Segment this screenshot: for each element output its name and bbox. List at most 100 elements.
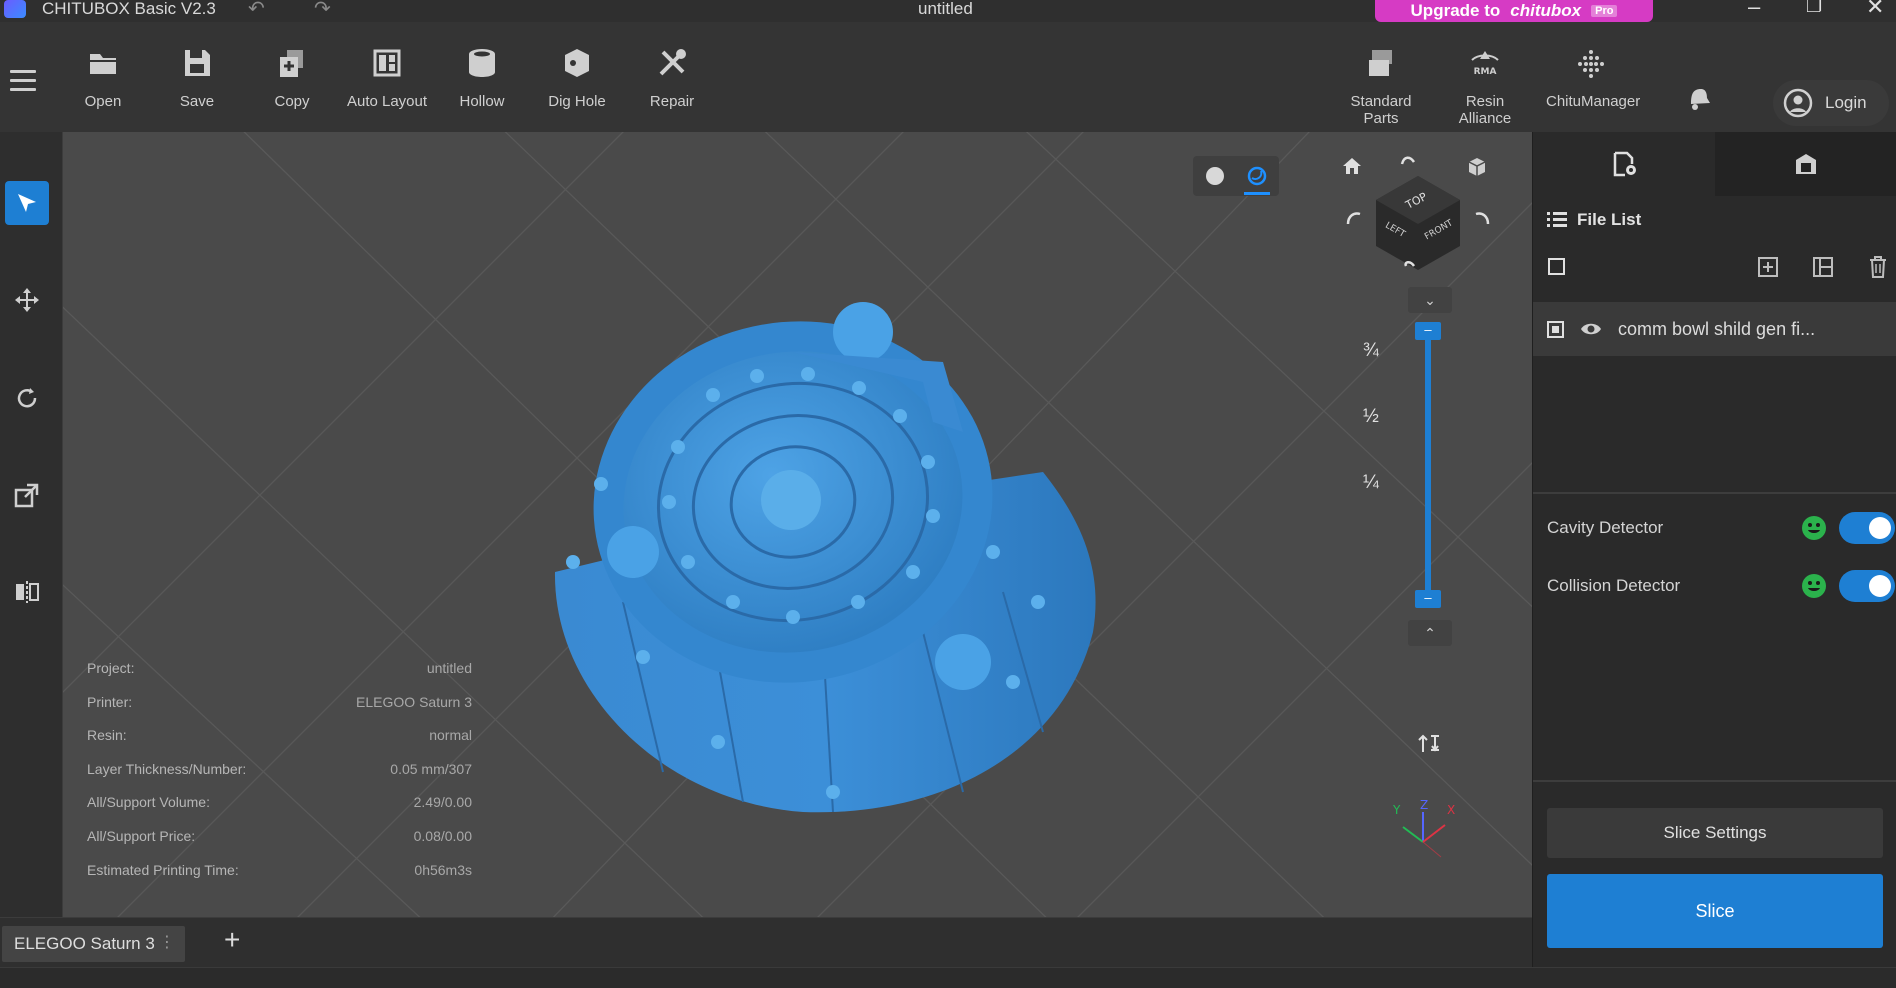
standard-parts-button[interactable]: Standard Parts [1336,46,1426,127]
rotate-tool-button[interactable] [5,376,49,420]
active-render-indicator [1244,192,1270,195]
slider-mark-half: ½ [1363,406,1379,427]
standard-parts-label: Standard Parts [1350,93,1412,127]
info-key: Printer: [87,693,133,710]
file-list-toolbar [1547,252,1891,282]
y-axis-label: Y [1392,803,1401,817]
move-tool-button[interactable] [5,278,49,322]
add-printer-tab-button[interactable]: + [224,924,240,956]
x-axis-label: X [1447,803,1455,817]
file-list-item[interactable]: comm bowl shild gen fi... [1533,302,1896,356]
collision-detector-row: Collision Detector [1547,566,1895,606]
smiley-icon [1802,574,1826,598]
info-value: normal [429,727,472,744]
auto-layout-button[interactable]: Auto Layout [342,46,432,110]
printer-tab-label: ELEGOO Saturn 3 [14,934,155,953]
dig-hole-button[interactable]: Dig Hole [532,46,622,110]
layer-slider-track[interactable] [1425,327,1431,603]
printer-tab[interactable]: ELEGOO Saturn 3 ⋮ [2,926,185,962]
repair-label: Repair [649,93,695,110]
slice-settings-button[interactable]: Slice Settings [1547,808,1883,858]
restore-icon[interactable]: ❐ [1806,0,1822,17]
cavity-detector-toggle[interactable] [1839,512,1895,544]
minimize-icon[interactable]: – [1748,0,1760,20]
login-label: Login [1825,93,1867,112]
scale-icon [14,483,39,508]
pro-badge: Pro [1591,5,1618,17]
upgrade-button[interactable]: Upgrade to chitubox Pro [1375,0,1653,22]
info-row-price: All/Support Price: 0.08/0.00 [87,828,472,862]
delete-icon[interactable] [1867,255,1889,279]
undo-icon[interactable]: ↶ [248,0,265,21]
chitumanager-button[interactable]: ChituManager [1546,46,1640,110]
info-row-volume: All/Support Volume: 2.49/0.00 [87,794,472,828]
repair-button[interactable]: Repair [627,46,717,110]
menu-icon[interactable] [10,70,36,92]
info-row-time: Estimated Printing Time: 0h56m3s [87,862,472,896]
select-all-checkbox[interactable] [1548,258,1565,275]
redo-icon[interactable]: ↷ [314,0,331,21]
left-tool-sidebar [0,132,63,917]
hollow-label: Hollow [459,93,505,110]
dig-hole-icon [565,49,589,77]
save-icon [185,50,210,76]
collision-detector-toggle[interactable] [1839,570,1895,602]
solid-render-icon[interactable] [1205,166,1225,186]
resin-alliance-label: Resin Alliance [1458,93,1512,127]
group-files-icon[interactable] [1812,256,1834,278]
slider-mark-three-quarters: ¾ [1363,340,1379,361]
info-key: Estimated Printing Time: [87,861,239,878]
status-bar [0,967,1896,988]
eye-icon[interactable] [1580,321,1602,337]
app-title: CHITUBOX Basic V2.3 [42,0,216,18]
save-label: Save [179,93,215,110]
upgrade-prefix: Upgrade to [1410,1,1501,20]
panel-divider [1533,780,1896,782]
save-button[interactable]: Save [152,46,242,110]
main-toolbar: Open Save Copy Auto Layout Hollow Dig Ho… [0,22,1896,132]
file-checkbox[interactable] [1547,320,1564,338]
mirror-tool-button[interactable] [5,570,49,614]
bowl-model[interactable] [543,272,1203,872]
kebab-menu-icon[interactable]: ⋮ [159,932,175,952]
notification-bell-icon[interactable] [1683,82,1713,112]
scale-tool-button[interactable] [5,473,49,517]
view-cube[interactable]: TOP LEFT FRONT [1328,144,1508,274]
slider-mark-quarter: ¼ [1363,472,1379,493]
select-tool-button[interactable] [5,181,49,225]
tab-file-settings[interactable] [1533,132,1715,196]
info-value: 0.05 mm/307 [390,760,472,777]
copy-button[interactable]: Copy [247,46,337,110]
info-value: ELEGOO Saturn 3 [356,693,472,710]
3d-viewport[interactable]: TOP LEFT FRONT ⌄ – – ¾ ½ ¼ ⌃ Z Y X Proje… [63,132,1532,917]
render-mode-toggle [1193,156,1279,196]
xray-render-icon[interactable] [1247,166,1267,186]
repair-icon [659,49,686,76]
layer-height-icon[interactable] [1417,732,1441,756]
info-row-resin: Resin: normal [87,727,472,761]
info-key: Resin: [87,727,127,744]
resin-alliance-button[interactable]: RMA Resin Alliance [1440,46,1530,127]
layer-slider-bottom-handle[interactable]: – [1415,590,1441,608]
tab-printer-settings[interactable] [1715,132,1896,196]
add-file-icon[interactable] [1757,256,1779,278]
slider-expand-icon[interactable]: ⌃ [1408,620,1452,646]
copy-icon [280,50,303,77]
collision-detector-label: Collision Detector [1547,576,1681,595]
mirror-icon [16,581,39,603]
layer-slider-top-handle[interactable]: – [1415,322,1441,340]
login-button[interactable]: Login [1773,80,1889,126]
toggle-knob [1869,517,1891,539]
printer-icon [1796,154,1816,174]
info-row-printer: Printer: ELEGOO Saturn 3 [87,694,472,728]
select-arrow-icon [18,194,36,212]
hollow-button[interactable]: Hollow [437,46,527,110]
close-icon[interactable]: ✕ [1866,0,1884,20]
smiley-icon [1802,516,1826,540]
document-title: untitled [918,0,973,18]
slider-collapse-icon[interactable]: ⌄ [1408,287,1452,313]
cavity-detector-label: Cavity Detector [1547,518,1664,537]
open-button[interactable]: Open [58,46,148,110]
hollow-icon [469,49,495,77]
slice-button[interactable]: Slice [1547,874,1883,948]
